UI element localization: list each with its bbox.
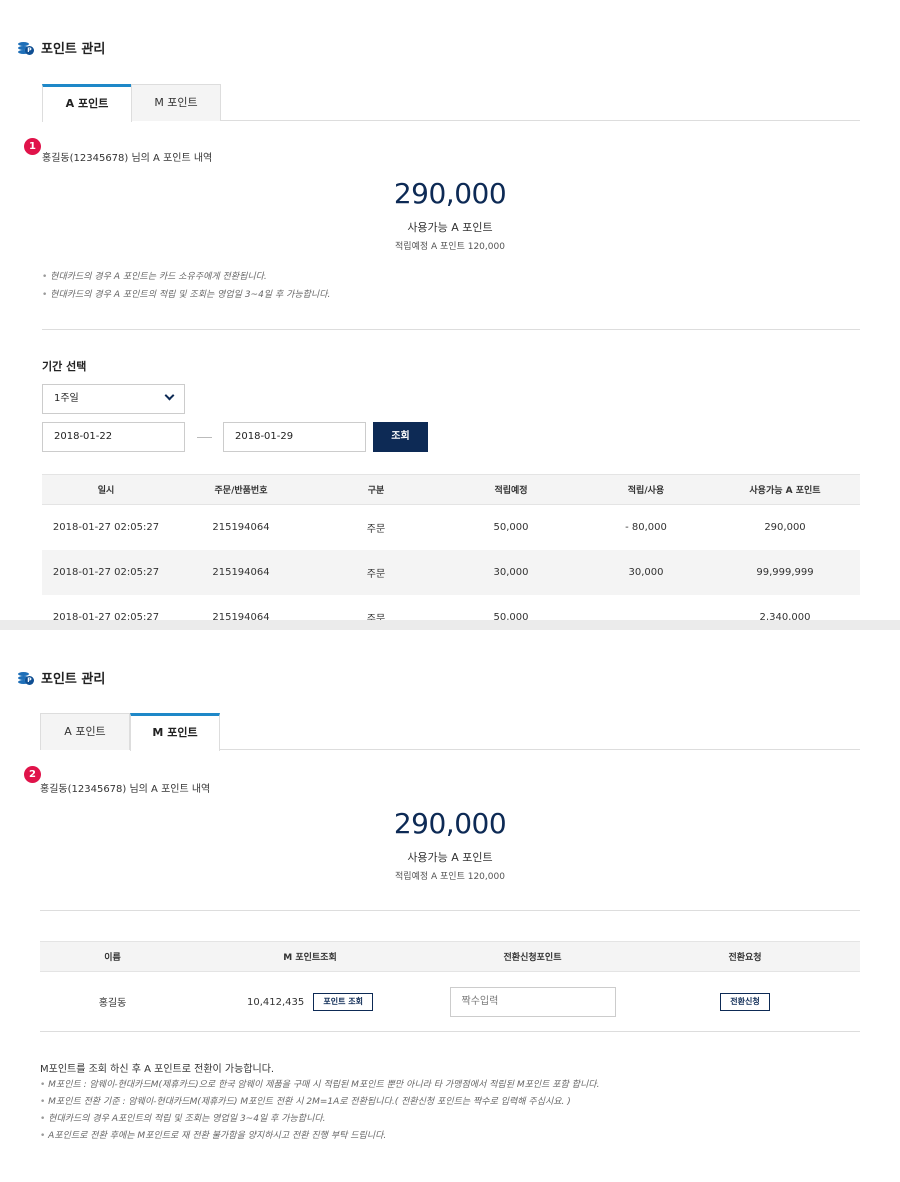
available-points: 290,000 [393, 177, 507, 210]
guide-item: M포인트 전환 기준 : 암웨이-현대카드M(제휴카드) M포인트 전환 시 2… [40, 1094, 599, 1111]
available-points-label: 사용가능 A 포인트 [407, 851, 493, 864]
conversion-guide-title: M포인트를 조회 하신 후 A 포인트로 전환이 가능합니다. [40, 1064, 275, 1075]
convert-request-button[interactable]: 전환신청 [720, 992, 770, 1011]
table-cell: 2018-01-27 02:05:27 [52, 611, 160, 621]
notice-item: 현대카드의 경우 A 포인트는 카드 소유주에게 전환됩니다. [42, 268, 330, 286]
coin-stack-icon: P [18, 671, 34, 685]
tab-m-point[interactable]: M 포인트 [131, 84, 221, 121]
table-cell: 50,000 [493, 521, 529, 533]
column-header: 전환요청 [630, 941, 860, 972]
point-tabs: A 포인트 M 포인트 [42, 84, 860, 122]
m-point-conversion-table: 이름 M 포인트조회 전환신청포인트 전환요청 홍길동 10,412,435 포… [40, 941, 860, 1032]
page-header: P 포인트 관리 [18, 38, 105, 57]
table-cell: 215194064 [212, 611, 270, 621]
divider [40, 910, 860, 911]
table-cell: 30,000 [440, 549, 582, 595]
page-header: P 포인트 관리 [18, 668, 105, 687]
date-from-input[interactable]: 2018-01-22 [42, 422, 185, 452]
date-range-dash [197, 437, 212, 438]
column-header: 사용가능 A 포인트 [710, 474, 860, 505]
step-badge: 2 [24, 766, 41, 783]
conversion-points-input[interactable]: 짝수입력 [449, 986, 616, 1017]
notice-item: 현대카드의 경우 A 포인트의 적립 및 조회는 영업일 3~4일 후 가능합니… [42, 286, 330, 304]
table-cell [582, 595, 710, 621]
column-header: 이름 [40, 941, 185, 972]
table-cell: 30,000 [582, 549, 710, 595]
table-cell: 290,000 [764, 521, 806, 533]
column-header: 적립/사용 [582, 474, 710, 505]
page-title: 포인트 관리 [41, 42, 106, 57]
column-header: 전환신청포인트 [435, 941, 630, 972]
tab-m-point[interactable]: M 포인트 [130, 713, 220, 751]
column-header: 구분 [312, 474, 440, 505]
conversion-request-cell: 전환신청 [630, 971, 860, 1032]
point-tabs: A 포인트 M 포인트 [40, 713, 860, 751]
period-select[interactable]: 1주일 [42, 384, 185, 414]
column-header: M 포인트조회 [185, 941, 435, 972]
table-cell: 99,999,999 [710, 549, 860, 595]
point-history-table: 일시 주문/반품번호 구분 적립예정 적립/사용 사용가능 A 포인트 2018… [42, 474, 860, 620]
table-row: 2018-01-27 02:05:27 215194064 주문 30,000 … [42, 549, 860, 595]
table-cell: 주문 [366, 523, 386, 535]
page-title: 포인트 관리 [41, 672, 106, 687]
member-name: 홍길동 [40, 971, 185, 1032]
available-points: 290,000 [393, 807, 507, 840]
m-point-lookup-cell: 10,412,435 포인트 조회 [185, 971, 435, 1032]
m-point-panel: P 포인트 관리 A 포인트 M 포인트 2 홍길동(12345678) 님의 … [0, 630, 900, 1182]
conversion-input-cell: 짝수입력 [435, 971, 630, 1032]
table-row: 홍길동 10,412,435 포인트 조회 짝수입력 전환신청 [40, 971, 860, 1032]
tab-a-point[interactable]: A 포인트 [42, 84, 132, 122]
period-title: 기간 선택 [42, 360, 87, 373]
column-header: 일시 [42, 474, 170, 505]
tab-a-point[interactable]: A 포인트 [40, 713, 130, 750]
search-button[interactable]: 조회 [373, 422, 428, 452]
table-row: 2018-01-27 02:05:27 215194064 주문 50,000 … [42, 595, 860, 621]
step-badge: 1 [24, 138, 41, 155]
table-cell: 2018-01-27 02:05:27 [52, 521, 160, 533]
table-header-row: 일시 주문/반품번호 구분 적립예정 적립/사용 사용가능 A 포인트 [42, 474, 860, 505]
chevron-down-icon [164, 390, 175, 401]
pending-points: 적립예정 A 포인트 120,000 [395, 872, 505, 882]
table-cell: 50,000 [493, 611, 529, 621]
guide-item: 현대카드의 경우 A포인트의 적립 및 조회는 영업일 3~4일 후 가능합니다… [40, 1111, 599, 1128]
point-lookup-button[interactable]: 포인트 조회 [313, 992, 374, 1011]
table-row: 2018-01-27 02:05:27 215194064 주문 50,000 … [42, 505, 860, 550]
table-cell: 215194064 [170, 549, 312, 595]
guide-item: M포인트 : 암웨이-현대카드M(제휴카드)으로 한국 암웨이 제품을 구매 시… [40, 1077, 599, 1094]
panel-separator [0, 620, 900, 630]
coin-stack-icon: P [18, 41, 34, 55]
available-points-label: 사용가능 A 포인트 [407, 221, 493, 234]
table-cell: - 80,000 [625, 521, 667, 533]
owner-label: 홍길동(12345678) 님의 A 포인트 내역 [42, 153, 213, 164]
notice-list: 현대카드의 경우 A 포인트는 카드 소유주에게 전환됩니다. 현대카드의 경우… [42, 268, 330, 304]
table-header-row: 이름 M 포인트조회 전환신청포인트 전환요청 [40, 941, 860, 972]
period-select-value: 1주일 [54, 393, 79, 404]
owner-label: 홍길동(12345678) 님의 A 포인트 내역 [40, 784, 211, 795]
m-point-balance: 10,412,435 [246, 996, 305, 1008]
column-header: 주문/반품번호 [170, 474, 312, 505]
divider [42, 329, 860, 330]
conversion-guide-list: M포인트 : 암웨이-현대카드M(제휴카드)으로 한국 암웨이 제품을 구매 시… [40, 1077, 599, 1145]
pending-points: 적립예정 A 포인트 120,000 [395, 242, 505, 252]
table-cell: 주문 [366, 613, 386, 621]
table-cell: 215194064 [212, 521, 270, 533]
date-to-input[interactable]: 2018-01-29 [223, 422, 366, 452]
column-header: 적립예정 [440, 474, 582, 505]
table-cell: 주문 [312, 549, 440, 595]
table-cell: 2,340,000 [759, 611, 811, 621]
guide-item: A포인트로 전환 후에는 M포인트로 재 전환 불가함을 양지하시고 전환 진행… [40, 1128, 599, 1145]
a-point-panel: P 포인트 관리 A 포인트 M 포인트 1 홍길동(12345678) 님의 … [0, 0, 900, 620]
table-cell: 2018-01-27 02:05:27 [42, 549, 170, 595]
